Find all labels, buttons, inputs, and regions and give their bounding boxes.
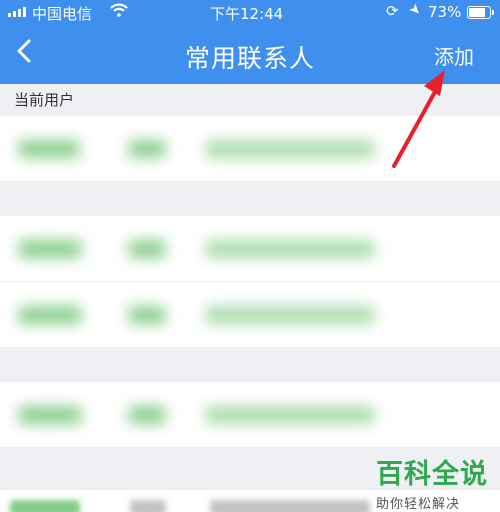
contact-type — [128, 306, 166, 324]
contact-name — [18, 140, 80, 158]
contact-name — [10, 500, 80, 512]
contact-id — [205, 406, 375, 424]
status-bar: 中国电信 下午12:44 ⟳ ➤ 73% — [0, 0, 500, 26]
battery-percent: 73% — [428, 3, 462, 21]
contact-row[interactable] — [0, 116, 500, 182]
wifi-icon — [110, 2, 128, 22]
watermark-subtitle: 助你轻松解决 — [376, 497, 461, 512]
contact-type — [128, 240, 166, 258]
watermark-logo: 百科全说 助你轻松解决 — [376, 452, 488, 512]
carrier-name: 中国电信 — [32, 5, 93, 23]
section-header — [0, 348, 500, 382]
contact-id — [205, 306, 375, 324]
contact-type — [128, 140, 166, 158]
rotation-lock-icon: ⟳ — [386, 2, 399, 20]
contact-id — [205, 240, 375, 258]
status-time: 下午12:44 — [210, 5, 284, 23]
section-header-current-user: 当前用户 — [0, 84, 500, 116]
contact-id — [205, 140, 375, 158]
add-contact-button[interactable]: 添加 — [434, 41, 474, 70]
location-arrow-icon: ➤ — [405, 0, 425, 20]
contact-row[interactable] — [0, 282, 500, 348]
contact-row[interactable] — [0, 216, 500, 282]
contact-id — [210, 500, 370, 512]
battery-icon — [467, 6, 494, 19]
contact-name — [18, 306, 82, 324]
contact-type — [130, 500, 166, 512]
contact-name — [18, 240, 82, 258]
watermark-title: 百科全说 — [376, 459, 488, 490]
section-header — [0, 182, 500, 216]
contact-name — [18, 406, 82, 424]
contact-type — [128, 406, 166, 424]
cellular-signal-icon — [8, 7, 26, 17]
nav-bar: 常用联系人 添加 — [0, 26, 500, 84]
contact-row[interactable] — [0, 382, 500, 448]
page-title: 常用联系人 — [184, 44, 315, 73]
